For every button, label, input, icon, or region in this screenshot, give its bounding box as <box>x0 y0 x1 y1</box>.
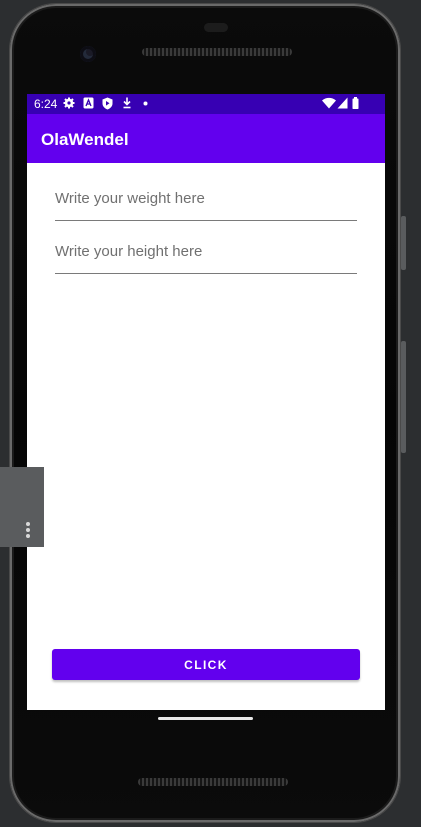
app-title: OlaWendel <box>41 130 129 149</box>
app-bar: OlaWendel <box>27 114 385 163</box>
click-button[interactable]: CLICK <box>52 649 360 680</box>
earpiece-sensor <box>204 23 228 32</box>
height-field[interactable] <box>55 243 357 274</box>
volume-button[interactable] <box>401 216 406 270</box>
wifi-icon <box>322 97 336 109</box>
battery-icon <box>352 97 359 109</box>
download-icon <box>123 97 131 109</box>
weight-field[interactable] <box>55 190 357 221</box>
weight-input[interactable] <box>55 190 357 207</box>
bottom-speaker-grille <box>138 778 288 786</box>
status-bar: 6:24 <box>27 94 385 114</box>
settings-icon <box>63 97 75 109</box>
emulator-side-panel[interactable] <box>0 467 44 547</box>
height-input[interactable] <box>55 243 357 260</box>
top-speaker-grille <box>142 48 292 56</box>
front-camera-icon <box>80 46 96 62</box>
more-options-icon[interactable] <box>26 522 30 540</box>
power-button[interactable] <box>401 341 406 453</box>
dot-icon <box>143 101 148 106</box>
shield-play-icon <box>102 97 113 110</box>
home-gesture-handle[interactable] <box>158 717 253 720</box>
signal-icon <box>337 97 348 109</box>
a-badge-icon <box>83 97 94 109</box>
status-time: 6:24 <box>34 97 58 111</box>
phone-screen: 6:24 OlaWendel Write your weight here Wr… <box>27 94 385 710</box>
